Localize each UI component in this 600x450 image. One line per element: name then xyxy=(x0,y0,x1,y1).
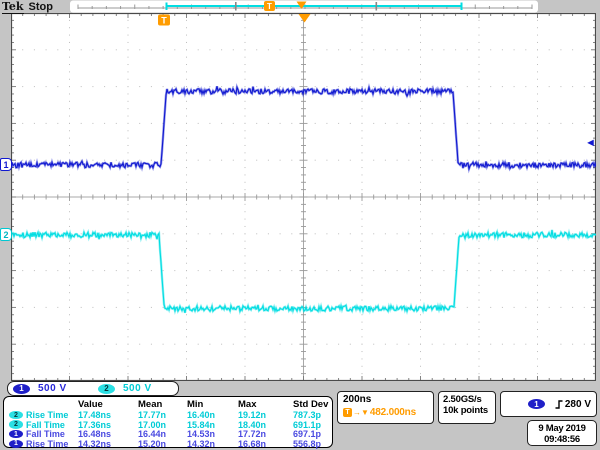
ch2-scale-readout: 500 V xyxy=(123,383,152,394)
delay-value: 482.000ns xyxy=(370,407,416,418)
column-header-stddev: Std Dev xyxy=(293,399,330,410)
measurement-name: Fall Time xyxy=(26,420,65,430)
ch1-badge: 1 xyxy=(9,440,23,449)
svg-text:T: T xyxy=(267,2,272,11)
measurement-row: 1Rise Time 14.32ns 15.20n 14.32n 16.68n … xyxy=(6,439,330,449)
tek-brand: Tek xyxy=(2,0,24,14)
measurement-stddev: 556.8p xyxy=(293,439,330,449)
measurement-stddev: 787.3p xyxy=(293,410,330,420)
column-header-max: Max xyxy=(238,399,293,410)
horizontal-panel: 200ns T →▼ 482.000ns xyxy=(337,391,434,424)
ch1-badge: 1 xyxy=(9,430,23,439)
sample-rate-readout: 2.50GS/s xyxy=(443,394,491,405)
measurement-max: 18.40n xyxy=(238,420,293,430)
measurement-row: 2Rise Time 17.48ns 17.77n 16.40n 19.12n … xyxy=(6,410,330,420)
graticule: T xyxy=(11,13,596,381)
datetime-panel: 9 May 2019 09:48:56 xyxy=(527,420,597,446)
measurement-name: Rise Time xyxy=(26,410,68,420)
measurement-max: 16.68n xyxy=(238,439,293,449)
measurement-max: 17.72n xyxy=(238,429,293,439)
run-status: Stop xyxy=(29,1,53,13)
measurement-row: 2Fall Time 17.36ns 17.00n 15.84n 18.40n … xyxy=(6,420,330,430)
column-header-min: Min xyxy=(187,399,238,410)
trigger-tag-icon: T xyxy=(343,408,352,417)
measurement-mean: 17.77n xyxy=(138,410,187,420)
measurement-name: Fall Time xyxy=(26,429,65,439)
channel-scale-bar: 1 500 V 2 500 V xyxy=(7,381,179,396)
ch2-position-marker: 2 xyxy=(0,228,12,241)
measurement-stddev: 697.1p xyxy=(293,429,330,439)
measurement-min: 15.84n xyxy=(187,420,238,430)
measurement-row: 1Fall Time 16.48ns 16.44n 14.53n 17.72n … xyxy=(6,429,330,439)
trigger-level-readout: 280 V xyxy=(565,399,591,410)
record-length-readout: 10k points xyxy=(443,405,491,416)
column-header-value: Value xyxy=(78,399,138,410)
ch1-position-marker: 1 xyxy=(0,158,12,171)
measurement-min: 14.53n xyxy=(187,429,238,439)
svg-text:T: T xyxy=(161,16,167,26)
tek-logo: Tek Stop xyxy=(2,0,53,13)
expansion-point-icon xyxy=(299,14,311,23)
ch2-badge: 2 xyxy=(9,411,23,420)
record-view-ruler: T xyxy=(0,0,600,13)
timebase-readout: 200ns xyxy=(343,394,428,405)
trigger-source-badge: 1 xyxy=(528,399,545,409)
horizontal-delay-readout: T →▼ 482.000ns xyxy=(343,407,428,418)
trigger-level-arrow-icon: ◄ xyxy=(585,137,596,149)
measurement-mean: 16.44n xyxy=(138,429,187,439)
measurement-max: 19.12n xyxy=(238,410,293,420)
measurement-mean: 15.20n xyxy=(138,439,187,449)
measurement-value: 14.32ns xyxy=(78,439,138,449)
measurement-name: Rise Time xyxy=(26,439,68,449)
measurement-table: Value Mean Min Max Std Dev 2Rise Time 17… xyxy=(3,396,333,448)
date-readout: 9 May 2019 xyxy=(528,423,596,434)
rising-edge-icon xyxy=(554,399,564,410)
time-readout: 09:48:56 xyxy=(528,434,596,445)
delay-arrow-icon: →▼ xyxy=(353,408,369,417)
ch2-badge: 2 xyxy=(9,420,23,429)
measurement-mean: 17.00n xyxy=(138,420,187,430)
measurement-min: 16.40n xyxy=(187,410,238,420)
measurement-value: 16.48ns xyxy=(78,429,138,439)
measurement-min: 14.32n xyxy=(187,439,238,449)
ch1-badge: 1 xyxy=(13,384,30,394)
record-window-bar xyxy=(167,5,462,7)
trigger-panel: 1 280 V xyxy=(500,391,597,417)
measurement-value: 17.48ns xyxy=(78,410,138,420)
acquisition-panel: 2.50GS/s 10k points xyxy=(438,391,496,424)
measurement-stddev: 691.1p xyxy=(293,420,330,430)
measurement-value: 17.36ns xyxy=(78,420,138,430)
column-header-mean: Mean xyxy=(138,399,187,410)
ch1-scale-readout: 500 V xyxy=(38,383,84,394)
ch2-badge: 2 xyxy=(98,384,115,394)
measurement-header-row: Value Mean Min Max Std Dev xyxy=(6,398,330,410)
